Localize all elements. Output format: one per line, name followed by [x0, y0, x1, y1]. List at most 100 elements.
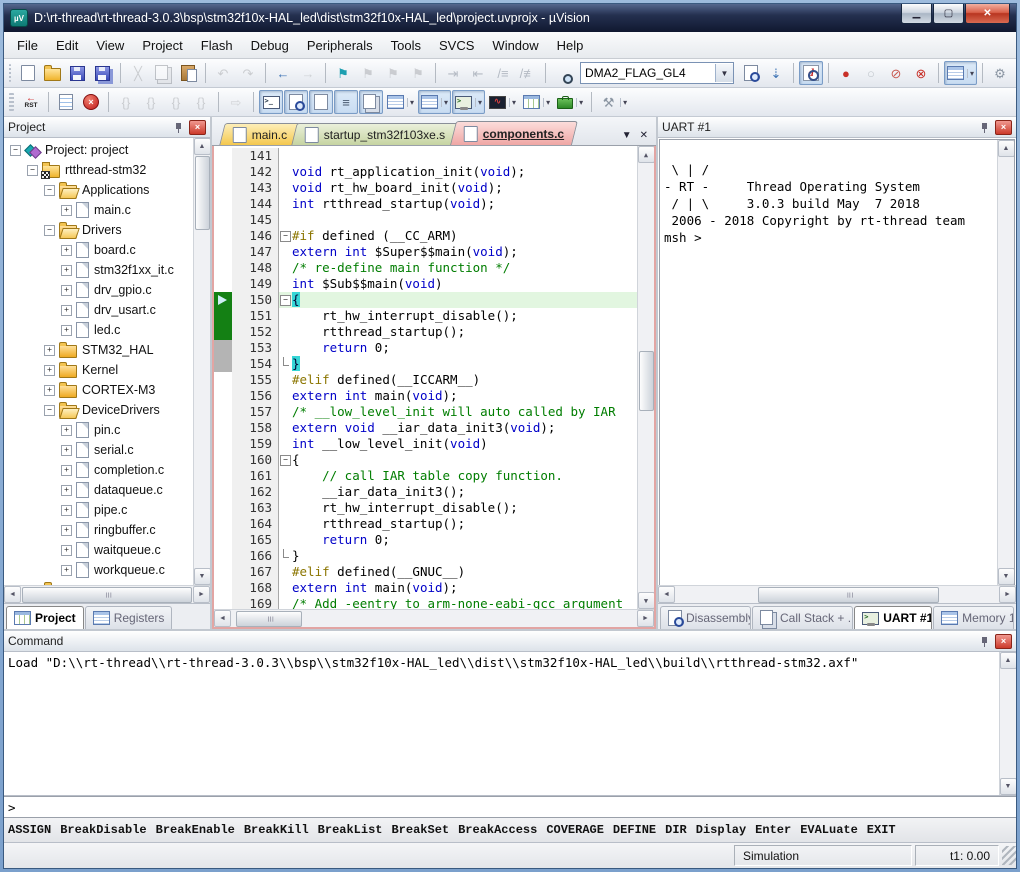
command-panel-close-icon[interactable]: ×	[995, 634, 1012, 649]
tree-item-drivers[interactable]: −Drivers	[4, 220, 194, 240]
code-text[interactable]: #if defined (__CC_ARM)	[292, 228, 638, 244]
code-line-168[interactable]: 168extern int main(void);	[214, 580, 638, 596]
collapse-icon[interactable]: −	[27, 165, 38, 176]
scroll-up-icon[interactable]: ▲	[1000, 652, 1017, 669]
go-to-current-statement-button[interactable]: ⇨	[224, 90, 248, 114]
clear-all-bookmarks-button[interactable]: ⚑	[406, 61, 430, 85]
code-text[interactable]: {	[292, 452, 638, 468]
code-text[interactable]: }	[292, 548, 638, 564]
tree-item-ringbuffer-c[interactable]: +ringbuffer.c	[4, 520, 194, 540]
command-button-breakdisable[interactable]: BreakDisable	[60, 823, 146, 837]
expand-icon[interactable]: +	[61, 245, 72, 256]
code-line-148[interactable]: 148/* re-define main function */	[214, 260, 638, 276]
code-line-body[interactable]: −{	[279, 292, 638, 308]
expand-icon[interactable]: +	[44, 345, 55, 356]
comment-selection-button[interactable]: /≡	[491, 61, 515, 85]
view-tab-memory-1[interactable]: Memory 1	[933, 606, 1014, 629]
code-line-body[interactable]: rtthread_startup();	[279, 516, 638, 532]
toolbar-grip[interactable]	[9, 64, 11, 82]
code-line-body[interactable]: __iar_data_init3();	[279, 484, 638, 500]
tree-item-kernel[interactable]: +Kernel	[4, 360, 194, 380]
code-line-142[interactable]: 142void rt_application_init(void);	[214, 164, 638, 180]
command-button-breakenable[interactable]: BreakEnable	[156, 823, 235, 837]
expand-icon[interactable]: +	[44, 365, 55, 376]
registers-window-button[interactable]: ≡	[334, 90, 358, 114]
code-text[interactable]: extern int main(void);	[292, 580, 638, 596]
command-button-breaklist[interactable]: BreakList	[318, 823, 383, 837]
code-line-body[interactable]: extern int main(void);	[279, 388, 638, 404]
view-tab-uart-1[interactable]: UART #1	[854, 606, 932, 629]
command-button-enter[interactable]: Enter	[755, 823, 791, 837]
navigate-forward-button[interactable]: →	[296, 61, 320, 85]
exec-marker[interactable]	[214, 308, 232, 324]
incremental-find-button[interactable]: ⇣	[764, 61, 788, 85]
menu-tools[interactable]: Tools	[382, 34, 430, 57]
fold-column[interactable]: −	[279, 295, 292, 306]
code-text[interactable]: extern int $Super$$main(void);	[292, 244, 638, 260]
command-button-breakkill[interactable]: BreakKill	[244, 823, 309, 837]
command-button-exit[interactable]: EXIT	[867, 823, 896, 837]
save-all-button[interactable]	[91, 61, 115, 85]
start-stop-debug-session-button[interactable]: d	[799, 61, 823, 85]
code-line-body[interactable]: extern int $Super$$main(void);	[279, 244, 638, 260]
code-line-body[interactable]: void rt_hw_board_init(void);	[279, 180, 638, 196]
code-line-body[interactable]: /* re-define main function */	[279, 260, 638, 276]
command-window-button[interactable]	[259, 90, 283, 114]
paste-button[interactable]	[176, 61, 200, 85]
expand-icon[interactable]: +	[61, 465, 72, 476]
tree-item-main-c[interactable]: +main.c	[4, 200, 194, 220]
enable-disable-breakpoint-button[interactable]: ○	[859, 61, 883, 85]
code-line-154[interactable]: 154}	[214, 356, 638, 372]
tree-item-board-c[interactable]: +board.c	[4, 240, 194, 260]
code-line-body[interactable]: void rt_application_init(void);	[279, 164, 638, 180]
editor-tab-components-c[interactable]: components.c	[450, 121, 578, 145]
scroll-down-icon[interactable]: ▼	[998, 568, 1015, 585]
menu-edit[interactable]: Edit	[47, 34, 87, 57]
code-line-160[interactable]: 160−{	[214, 452, 638, 468]
expand-icon[interactable]: +	[61, 285, 72, 296]
exec-marker[interactable]	[214, 324, 232, 340]
editor-tab-main-c[interactable]: main.c	[219, 123, 301, 145]
new-file-button[interactable]	[16, 61, 40, 85]
code-text[interactable]: extern int main(void);	[292, 388, 638, 404]
code-line-156[interactable]: 156extern int main(void);	[214, 388, 638, 404]
indent-right-button[interactable]: ⇥	[441, 61, 465, 85]
tree-item-drv-gpio-c[interactable]: +drv_gpio.c	[4, 280, 194, 300]
disassembly-window-button[interactable]	[284, 90, 308, 114]
code-line-body[interactable]: return 0;	[279, 532, 638, 548]
stop-debug-button[interactable]	[79, 90, 103, 114]
code-line-body[interactable]	[279, 212, 638, 228]
uart-hscrollbar[interactable]: ◄ ►	[658, 585, 1016, 603]
code-line-151[interactable]: 151 rt_hw_interrupt_disable();	[214, 308, 638, 324]
command-button-evaluate[interactable]: EVALuate	[800, 823, 858, 837]
expand-icon[interactable]: +	[61, 525, 72, 536]
menu-debug[interactable]: Debug	[242, 34, 298, 57]
code-line-body[interactable]: }	[279, 356, 638, 372]
scroll-down-icon[interactable]: ▼	[638, 592, 655, 609]
tree-item-led-c[interactable]: +led.c	[4, 320, 194, 340]
scroll-up-icon[interactable]: ▲	[194, 138, 211, 155]
code-line-body[interactable]: extern void __iar_data_init3(void);	[279, 420, 638, 436]
window-layout-button[interactable]: ▾	[944, 61, 977, 85]
code-line-body[interactable]: rtthread_startup();	[279, 324, 638, 340]
toolbar-grip[interactable]	[9, 93, 14, 111]
editor-vscrollbar[interactable]: ▲ ▼	[637, 146, 654, 609]
tree-item-cortex-m3[interactable]: +CORTEX-M3	[4, 380, 194, 400]
code-text[interactable]: // call IAR table copy function.	[292, 468, 638, 484]
uart-output[interactable]: \ | / - RT - Thread Operating System / |…	[660, 140, 998, 585]
expand-icon[interactable]: +	[61, 445, 72, 456]
find-combobox-dropdown-icon[interactable]: ▼	[715, 64, 733, 82]
menu-window[interactable]: Window	[483, 34, 547, 57]
code-line-body[interactable]: int $Sub$$main(void)	[279, 276, 638, 292]
close-document-icon[interactable]: ✕	[640, 130, 648, 141]
scroll-right-icon[interactable]: ►	[637, 610, 654, 627]
code-line-167[interactable]: 167#elif defined(__GNUC__)	[214, 564, 638, 580]
command-button-breakaccess[interactable]: BreakAccess	[458, 823, 537, 837]
pin-icon[interactable]	[979, 636, 990, 647]
tree-item-devicedrivers[interactable]: −DeviceDrivers	[4, 400, 194, 420]
code-line-body[interactable]: // call IAR table copy function.	[279, 468, 638, 484]
find-combobox-input[interactable]	[581, 66, 715, 80]
tree-item-stm32-hal[interactable]: +STM32_HAL	[4, 340, 194, 360]
kill-all-breakpoints-button[interactable]: ⊗	[909, 61, 933, 85]
expand-icon[interactable]: +	[61, 565, 72, 576]
